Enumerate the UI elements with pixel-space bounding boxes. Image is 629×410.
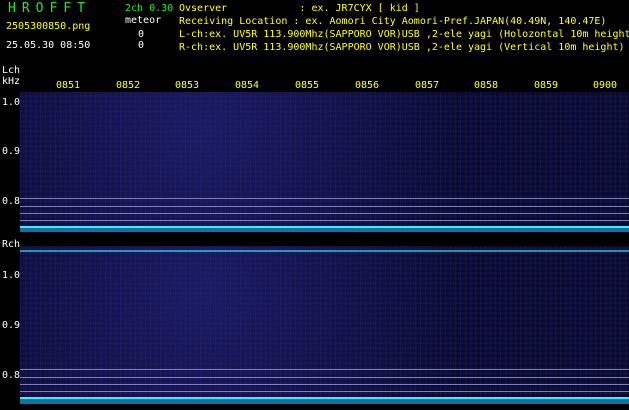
time-tick: 0900 bbox=[592, 80, 618, 91]
reference-line bbox=[20, 198, 629, 199]
rch-config-line: R-ch:ex. UV5R 113.900Mhz(SAPPORO VOR)USB… bbox=[179, 42, 625, 53]
rch-waterfall bbox=[20, 246, 629, 404]
rch-y-tick: 0.8 bbox=[2, 370, 21, 381]
lch-config-line: L-ch:ex. UV5R 113.900Mhz(SAPPORO VOR)USB… bbox=[179, 29, 629, 40]
reference-line bbox=[20, 213, 629, 214]
reference-line bbox=[20, 206, 629, 207]
time-tick: 0858 bbox=[473, 80, 499, 91]
datetime: 25.05.30 08:50 bbox=[6, 40, 91, 51]
lch-spectrum bbox=[20, 92, 629, 232]
rch-level-peak bbox=[20, 397, 629, 399]
lch-label: Lch bbox=[2, 65, 21, 76]
rch-y-tick: 1.0 bbox=[2, 270, 21, 281]
observer-line: Ovserver : ex. JR7CYX [ kid ] bbox=[179, 3, 420, 14]
reference-line bbox=[20, 369, 629, 370]
rch-label: Rch bbox=[2, 239, 21, 250]
lch-y-tick: 0.8 bbox=[2, 196, 21, 207]
time-tick: 0852 bbox=[115, 80, 141, 91]
app-brand: HROFFT bbox=[8, 1, 91, 16]
reference-line bbox=[20, 384, 629, 385]
time-tick: 0855 bbox=[294, 80, 320, 91]
meteor-label: meteor bbox=[125, 15, 162, 26]
reference-line bbox=[20, 391, 629, 392]
time-tick: 0853 bbox=[174, 80, 200, 91]
meteor-count-r: 0 bbox=[138, 40, 145, 51]
lch-y-tick: 1.0 bbox=[2, 97, 21, 108]
channel-mode: 2ch 0.30 bbox=[125, 3, 174, 14]
lch-waterfall bbox=[20, 92, 629, 232]
rch-spectrum bbox=[20, 246, 629, 404]
filename: 2505300850.png bbox=[6, 21, 91, 32]
time-tick: 0854 bbox=[234, 80, 260, 91]
rch-y-tick: 0.9 bbox=[2, 320, 21, 331]
time-tick: 0851 bbox=[55, 80, 81, 91]
khz-unit-label: kHz bbox=[2, 76, 21, 87]
reference-line bbox=[20, 220, 629, 221]
reference-line bbox=[20, 377, 629, 378]
lch-level-peak bbox=[20, 226, 629, 228]
time-tick: 0856 bbox=[354, 80, 380, 91]
lch-y-tick: 0.9 bbox=[2, 146, 21, 157]
meteor-count-l: 0 bbox=[138, 29, 145, 40]
time-tick: 0859 bbox=[533, 80, 559, 91]
time-tick: 0857 bbox=[414, 80, 440, 91]
location-line: Receiving Location : ex. Aomori City Aom… bbox=[179, 16, 607, 27]
rch-carrier-line bbox=[20, 250, 629, 252]
